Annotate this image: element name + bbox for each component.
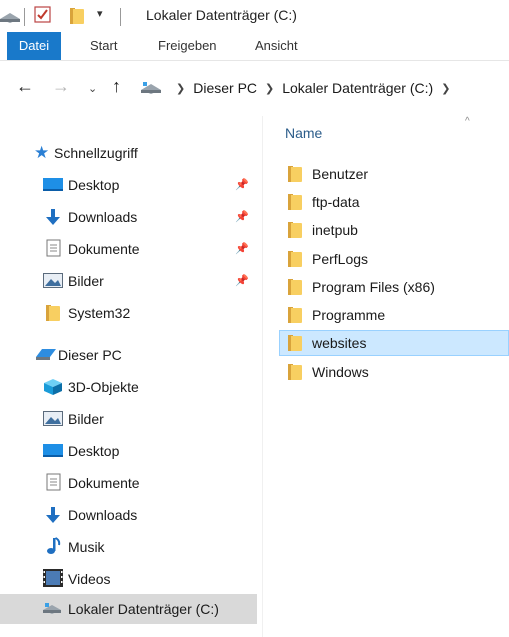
document-icon [46, 473, 66, 491]
folder-icon [288, 364, 302, 380]
folder-icon [46, 305, 66, 323]
address-row: ← → ⌄ ↑ ❯ Dieser PC ❯ Lokaler Datenträge… [0, 62, 509, 114]
chevron-right-icon[interactable]: ❯ [265, 82, 274, 95]
file-list-pane: ^ Name Benutzer ftp-data inetpub PerfLog… [263, 116, 509, 637]
breadcrumb-local-disk[interactable]: Lokaler Datenträger (C:) [282, 80, 433, 96]
chevron-right-icon[interactable]: ❯ [441, 82, 450, 95]
drive-icon [141, 82, 161, 94]
file-row-perflogs[interactable]: PerfLogs [279, 246, 509, 272]
tab-datei[interactable]: Datei [7, 32, 61, 60]
folder-icon [288, 335, 302, 351]
forward-arrow-icon[interactable]: → [52, 76, 70, 96]
sidebar-item-dokumente-pc[interactable]: Dokumente [0, 468, 257, 498]
window-title: Lokaler Datenträger (C:) [146, 7, 297, 23]
file-row-program-files-x86[interactable]: Program Files (x86) [279, 274, 509, 300]
download-icon [44, 506, 64, 524]
download-icon [44, 208, 64, 226]
navigation-pane: ★ Schnellzugriff Desktop 📌 Downloads 📌 D… [0, 116, 263, 637]
folder-icon [288, 222, 302, 238]
breadcrumb: ❯ Dieser PC ❯ Lokaler Datenträger (C:) ❯ [140, 76, 458, 100]
folder-icon [288, 251, 302, 267]
sidebar-item-system32[interactable]: System32 [0, 298, 257, 328]
sidebar-item-dieser-pc[interactable]: Dieser PC [0, 340, 257, 370]
tab-start[interactable]: Start [90, 32, 117, 60]
sidebar-item-3d-objekte[interactable]: 3D-Objekte [0, 372, 257, 402]
properties-checkbox-icon[interactable] [34, 6, 52, 24]
breadcrumb-dieser-pc[interactable]: Dieser PC [193, 80, 257, 96]
desktop-icon [43, 443, 63, 461]
3d-objects-icon [43, 378, 63, 396]
sort-ascending-icon: ^ [465, 116, 470, 127]
file-row-websites[interactable]: websites [279, 330, 509, 356]
pin-icon[interactable]: 📌 [235, 274, 249, 288]
sidebar-item-dokumente[interactable]: Dokumente 📌 [0, 234, 257, 264]
music-icon [45, 537, 65, 555]
folder-icon [288, 194, 302, 210]
file-row-programme[interactable]: Programme [279, 302, 509, 328]
sidebar-item-downloads[interactable]: Downloads 📌 [0, 202, 257, 232]
file-row-ftp-data[interactable]: ftp-data [279, 189, 509, 215]
up-arrow-icon[interactable]: ↑ [112, 76, 121, 96]
pin-icon[interactable]: 📌 [235, 210, 249, 224]
ribbon-tabs: Datei Start Freigeben Ansicht [0, 32, 509, 61]
drive-icon [0, 13, 20, 23]
folder-icon [288, 166, 302, 182]
pictures-icon [43, 411, 63, 429]
recent-locations-chevron-icon[interactable]: ⌄ [88, 79, 97, 99]
title-bar: ▾ Lokaler Datenträger (C:) [0, 0, 509, 32]
sidebar-item-desktop-pc[interactable]: Desktop [0, 436, 257, 466]
document-icon [46, 239, 66, 257]
file-row-benutzer[interactable]: Benutzer [279, 161, 509, 187]
sidebar-item-videos[interactable]: Videos [0, 564, 257, 594]
folder-icon [288, 279, 302, 295]
file-row-windows[interactable]: Windows [279, 359, 509, 385]
column-header-name[interactable]: Name [285, 125, 322, 141]
sidebar-item-bilder-pc[interactable]: Bilder [0, 404, 257, 434]
drive-icon [42, 602, 62, 620]
sidebar-item-bilder[interactable]: Bilder 📌 [0, 266, 257, 296]
pin-icon[interactable]: 📌 [235, 178, 249, 192]
tab-freigeben[interactable]: Freigeben [158, 32, 217, 60]
sidebar-item-downloads-pc[interactable]: Downloads [0, 500, 257, 530]
computer-icon [34, 347, 56, 365]
chevron-right-icon[interactable]: ❯ [176, 82, 185, 95]
pin-icon[interactable]: 📌 [235, 242, 249, 256]
tab-ansicht[interactable]: Ansicht [255, 32, 298, 60]
back-arrow-icon[interactable]: ← [16, 76, 34, 96]
file-row-inetpub[interactable]: inetpub [279, 217, 509, 243]
desktop-icon [43, 177, 63, 195]
sidebar-item-lokaler-datentraeger[interactable]: Lokaler Datenträger (C:) [0, 594, 257, 624]
star-icon: ★ [34, 143, 50, 162]
sidebar-item-schnellzugriff[interactable]: ★ Schnellzugriff [0, 138, 257, 168]
sidebar-item-musik[interactable]: Musik [0, 532, 257, 562]
pictures-icon [43, 273, 63, 291]
new-folder-icon[interactable] [70, 8, 84, 24]
video-icon [43, 569, 63, 587]
customize-quick-access-icon[interactable]: ▾ [97, 7, 103, 20]
folder-icon [288, 307, 302, 323]
sidebar-item-desktop[interactable]: Desktop 📌 [0, 170, 257, 200]
